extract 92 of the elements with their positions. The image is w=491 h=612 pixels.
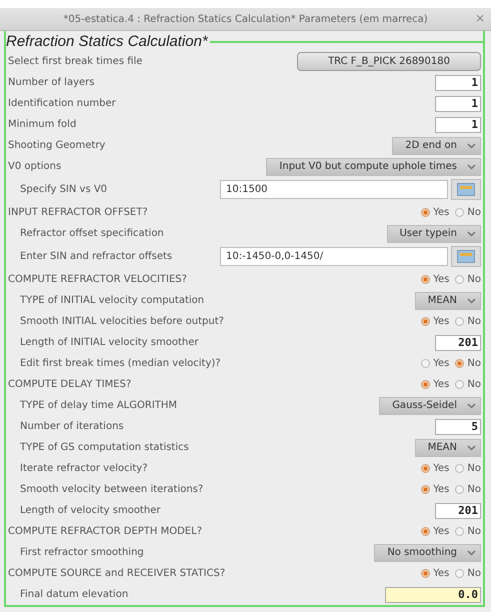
number-field[interactable]: 1 [435, 116, 481, 132]
radio-icon[interactable] [455, 527, 464, 536]
window-title: *05-estatica.4 : Refraction Statics Calculation* Parameters (em marreca) [63, 14, 428, 24]
radio-option[interactable]: No [455, 316, 481, 327]
radio-icon[interactable] [421, 317, 430, 326]
dropdown[interactable]: 2D end on [392, 136, 481, 154]
dropdown[interactable]: No smoothing [374, 544, 481, 562]
radio-option[interactable]: Yes [421, 274, 450, 285]
field-label: V0 options [8, 161, 62, 172]
radio-icon[interactable] [455, 464, 464, 473]
editor-button[interactable] [451, 179, 481, 200]
field-label: Final datum elevation [19, 589, 128, 600]
chevron-down-icon [467, 298, 476, 304]
radio-option[interactable]: Yes [421, 568, 450, 579]
dropdown[interactable]: User typein [386, 224, 481, 242]
radio-icon[interactable] [421, 380, 430, 389]
field-label: TYPE of delay time ALGORITHM [19, 400, 178, 411]
chevron-down-icon [467, 444, 476, 450]
field-label: First refractor smoothing [19, 547, 144, 558]
radio-option[interactable]: No [455, 484, 481, 495]
radio-icon[interactable] [421, 208, 430, 217]
field-label: Minimum fold [8, 119, 76, 130]
radio-icon[interactable] [455, 569, 464, 578]
radio-option[interactable]: No [455, 463, 481, 474]
text-field[interactable]: 10:1500 [220, 180, 448, 199]
number-field[interactable]: 0.0 [385, 586, 481, 602]
field-label: Smooth INITIAL velocities before output? [19, 316, 224, 327]
number-field[interactable]: 5 [435, 418, 481, 434]
field-label: Smooth velocity between iterations? [19, 484, 204, 495]
number-field[interactable]: 1 [435, 74, 481, 90]
number-field[interactable]: 201 [435, 334, 481, 350]
radio-option[interactable]: No [455, 358, 481, 369]
chevron-down-icon [467, 550, 476, 556]
field-label: COMPUTE REFRACTOR VELOCITIES? [8, 274, 187, 285]
radio-icon[interactable] [421, 464, 430, 473]
chevron-down-icon [467, 402, 476, 408]
radio-icon[interactable] [421, 275, 430, 284]
field-label: Number of layers [8, 77, 94, 88]
chevron-down-icon [467, 230, 476, 236]
field-label: Refractor offset specification [19, 228, 164, 239]
text-field[interactable]: 10:-1450-0,0-1450/ [220, 247, 448, 266]
field-label: Enter SIN and refractor offsets [19, 251, 172, 262]
editor-button[interactable] [451, 246, 481, 267]
radio-icon[interactable] [421, 359, 430, 368]
radio-option[interactable]: No [455, 526, 481, 537]
chevron-down-icon [467, 142, 476, 148]
field-label: COMPUTE SOURCE and RECEIVER STATICS? [8, 568, 226, 579]
radio-option[interactable]: Yes [421, 316, 450, 327]
field-label: Length of velocity smoother [19, 505, 160, 516]
file-button[interactable]: TRC F_B_PICK 26890180 [297, 52, 481, 71]
radio-option[interactable]: Yes [421, 526, 450, 537]
radio-icon[interactable] [455, 317, 464, 326]
field-label: Specify SIN vs V0 [19, 184, 108, 195]
field-label: TYPE of INITIAL velocity computation [19, 295, 204, 306]
radio-icon[interactable] [455, 359, 464, 368]
window-icon [457, 183, 475, 196]
field-label: Select first break times file [8, 56, 142, 67]
number-field[interactable]: 201 [435, 502, 481, 518]
radio-icon[interactable] [455, 275, 464, 284]
field-label: INPUT REFRACTOR OFFSET? [8, 207, 148, 218]
dropdown[interactable]: MEAN [414, 292, 481, 310]
window-icon [457, 250, 475, 263]
radio-option[interactable]: Yes [421, 484, 450, 495]
field-label: COMPUTE REFRACTOR DEPTH MODEL? [8, 526, 202, 537]
radio-option[interactable]: Yes [421, 358, 450, 369]
radio-option[interactable]: Yes [421, 463, 450, 474]
radio-option[interactable]: No [455, 379, 481, 390]
field-label: Edit first break times (median velocity)? [19, 358, 221, 369]
radio-option[interactable]: No [455, 568, 481, 579]
field-label: TYPE of GS computation statistics [19, 442, 189, 453]
number-field[interactable]: 1 [435, 96, 481, 112]
radio-icon[interactable] [455, 485, 464, 494]
field-label: Length of INITIAL velocity smoother [19, 337, 198, 348]
radio-icon[interactable] [421, 569, 430, 578]
field-label: Iterate refractor velocity? [19, 463, 148, 474]
dropdown[interactable]: Input V0 but compute uphole times [266, 158, 481, 176]
radio-icon[interactable] [421, 527, 430, 536]
dropdown[interactable]: MEAN [414, 438, 481, 456]
field-label: Shooting Geometry [8, 140, 106, 151]
field-label: Number of iterations [19, 421, 124, 432]
radio-option[interactable]: Yes [421, 207, 450, 218]
dropdown[interactable]: Gauss-Seidel [379, 396, 481, 414]
radio-icon[interactable] [455, 380, 464, 389]
field-label: COMPUTE DELAY TIMES? [8, 379, 132, 390]
radio-icon[interactable] [421, 485, 430, 494]
radio-option[interactable]: No [455, 207, 481, 218]
group-title: Refraction Statics Calculation* [6, 32, 208, 50]
field-label: Identification number [8, 98, 116, 109]
radio-icon[interactable] [455, 208, 464, 217]
radio-option[interactable]: No [455, 274, 481, 285]
chevron-down-icon [467, 164, 476, 170]
radio-option[interactable]: Yes [421, 379, 450, 390]
